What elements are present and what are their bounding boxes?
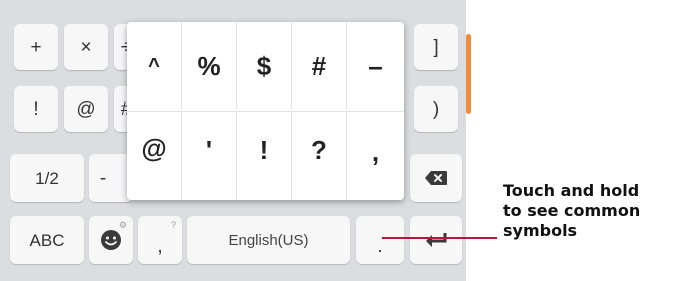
space-bar[interactable]: English(US) — [187, 216, 350, 264]
callout-line-2: to see common — [503, 201, 641, 220]
popup-symbol-percent[interactable]: % — [182, 22, 237, 110]
popup-symbol-label: ! — [259, 134, 269, 165]
popup-symbol-label: $ — [256, 50, 272, 81]
key-label: ) — [432, 98, 440, 120]
enter-icon — [423, 231, 449, 249]
key-label: 1/2 — [35, 168, 59, 188]
key-label: . — [377, 235, 383, 257]
popup-symbol-label: – — [368, 50, 383, 81]
popup-symbol-dash[interactable]: – — [347, 22, 404, 110]
key-label: ABC — [29, 230, 65, 250]
key-label: ] — [433, 36, 439, 58]
popup-symbol-label: ^ — [148, 54, 160, 77]
key-at[interactable]: @ — [64, 86, 108, 132]
popup-symbol-comma[interactable]: , — [347, 112, 404, 200]
comma-key[interactable]: ? , — [138, 216, 182, 264]
callout-leader-line — [382, 237, 497, 239]
symbol-popup: ^ % $ # – @ ' ! ? , — [127, 22, 404, 200]
popup-symbol-apostrophe[interactable]: ' — [182, 112, 237, 200]
key-label: + — [30, 36, 42, 58]
comma-hint: ? — [170, 220, 176, 230]
backspace-icon — [424, 170, 448, 186]
popup-symbol-at[interactable]: @ — [127, 112, 182, 200]
popup-symbol-label: @ — [141, 132, 167, 163]
key-multiply[interactable]: × — [64, 24, 108, 70]
key-label: @ — [76, 98, 96, 120]
key-page-toggle[interactable]: 1/2 — [10, 154, 84, 202]
key-label: × — [80, 36, 92, 58]
emoji-icon — [100, 229, 122, 251]
key-label: ! — [33, 98, 39, 120]
backspace-key[interactable] — [410, 154, 462, 202]
callout-line-1: Touch and hold — [503, 181, 640, 200]
key-exclamation[interactable]: ! — [14, 86, 58, 132]
popup-symbol-label: ' — [205, 134, 213, 165]
space-bar-label: English(US) — [228, 231, 309, 249]
key-plus[interactable]: + — [14, 24, 58, 70]
callout-caption: Touch and hold to see common symbols — [503, 181, 674, 241]
popup-symbol-hash[interactable]: # — [292, 22, 347, 110]
key-right-bracket[interactable]: ] — [414, 24, 458, 70]
popup-symbol-caret[interactable]: ^ — [127, 22, 182, 110]
popup-symbol-exclamation[interactable]: ! — [237, 112, 292, 200]
key-label: - — [99, 167, 107, 189]
key-right-paren[interactable]: ) — [414, 86, 458, 132]
enter-key[interactable] — [410, 216, 462, 264]
popup-symbol-label: % — [197, 50, 221, 81]
settings-hint-icon: ⚙ — [118, 220, 127, 230]
popup-symbol-question[interactable]: ? — [292, 112, 347, 200]
popup-symbol-label: ? — [311, 134, 327, 165]
popup-symbol-dollar[interactable]: $ — [237, 22, 292, 110]
period-key[interactable]: . — [356, 216, 404, 264]
edge-accent-bar — [466, 34, 471, 114]
key-label: , — [157, 235, 163, 257]
callout-line-3: symbols — [503, 221, 578, 240]
popup-symbol-label: , — [371, 136, 380, 167]
emoji-key[interactable]: ⚙ — [89, 216, 133, 264]
abc-mode-button[interactable]: ABC — [10, 216, 84, 264]
popup-symbol-label: # — [311, 50, 327, 81]
